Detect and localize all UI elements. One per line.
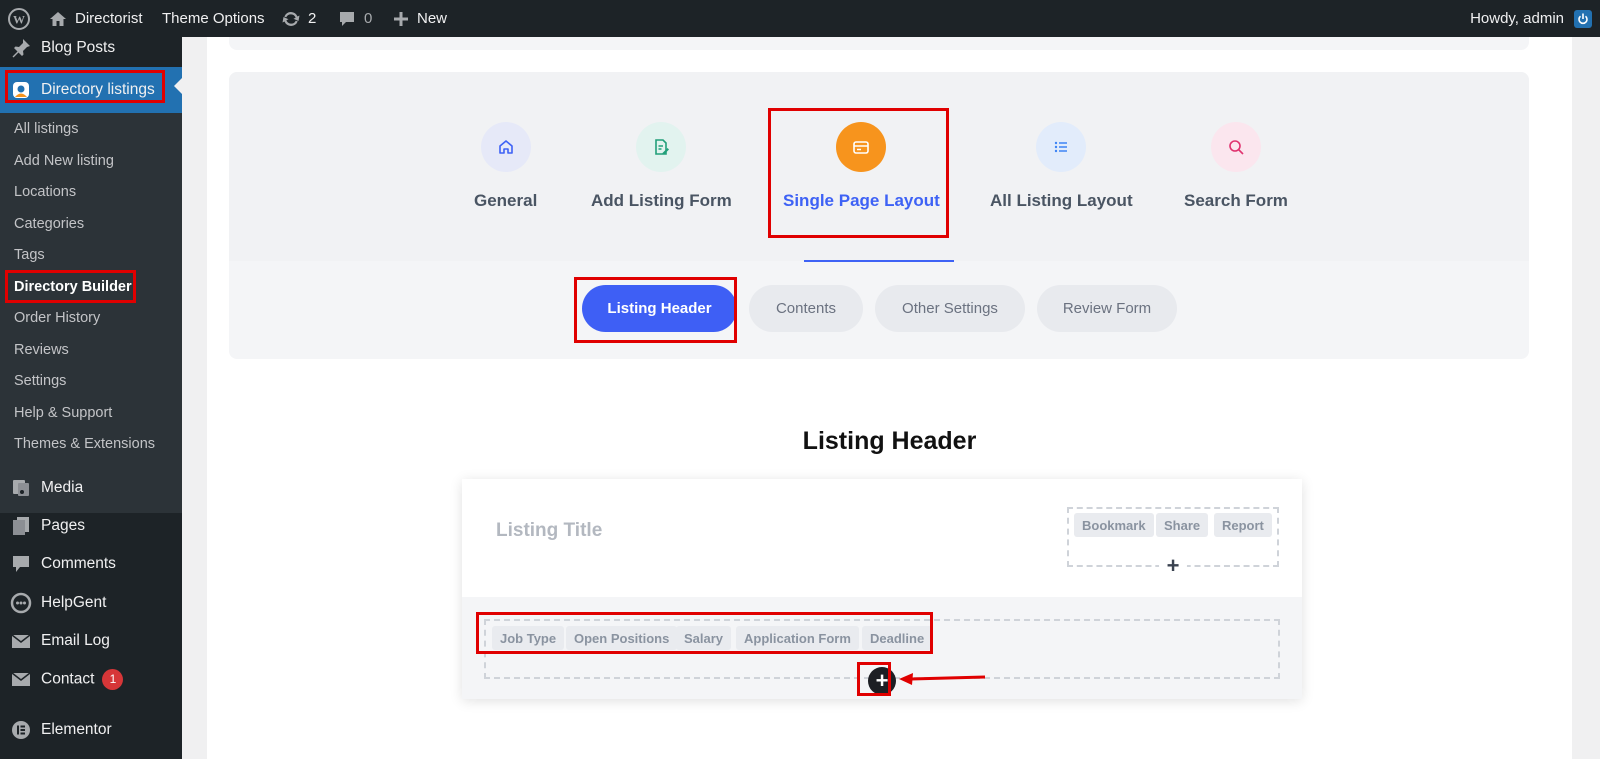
chip-report[interactable]: Report bbox=[1214, 513, 1272, 537]
menu-blog-posts-label: Blog Posts bbox=[41, 39, 116, 56]
form-edit-icon bbox=[636, 122, 687, 172]
search-icon bbox=[1210, 122, 1261, 172]
theme-options-label: Theme Options bbox=[162, 10, 265, 27]
svg-text:W: W bbox=[13, 12, 25, 26]
submenu-categories[interactable]: Categories bbox=[14, 216, 84, 232]
submenu-settings[interactable]: Settings bbox=[14, 373, 66, 389]
highlight-single-page-layout bbox=[768, 108, 949, 238]
menu-blog-posts[interactable]: Blog Posts bbox=[0, 29, 182, 67]
submenu-all-listings[interactable]: All listings bbox=[14, 121, 78, 137]
updates-icon bbox=[282, 11, 300, 26]
menu-media[interactable]: Media bbox=[0, 469, 182, 507]
menu-helpgent-label: HelpGent bbox=[41, 594, 107, 611]
comment-icon bbox=[340, 11, 354, 26]
submenu-order-history[interactable]: Order History bbox=[14, 310, 100, 326]
chip-share[interactable]: Share bbox=[1156, 513, 1209, 537]
menu-pages[interactable]: Pages bbox=[0, 507, 182, 545]
menu-pages-label: Pages bbox=[41, 517, 85, 534]
home-icon bbox=[480, 122, 531, 172]
menu-contact[interactable]: Contact 1 bbox=[0, 660, 182, 698]
subtab-contents[interactable]: Contents bbox=[749, 285, 863, 332]
highlight-directory-builder bbox=[5, 270, 136, 303]
highlight-listing-header bbox=[574, 277, 737, 343]
mail-icon bbox=[10, 668, 32, 690]
admin-bar: W Directorist Theme Options 2 0 New Howd… bbox=[0, 0, 1600, 37]
plus-icon bbox=[394, 11, 408, 26]
tab-general-label: General bbox=[474, 191, 538, 210]
elementor-icon bbox=[10, 719, 32, 741]
menu-elementor[interactable]: Elementor bbox=[0, 711, 182, 749]
arrow-pointer-icon bbox=[899, 673, 986, 685]
new-content-link[interactable]: New bbox=[393, 0, 447, 37]
menu-email-log[interactable]: Email Log bbox=[0, 622, 182, 660]
active-tab-underline bbox=[804, 260, 954, 262]
comments-link[interactable]: 0 bbox=[338, 0, 372, 37]
pages-icon bbox=[10, 515, 32, 537]
tab-search-form[interactable]: Search Form bbox=[1184, 122, 1288, 211]
menu-media-label: Media bbox=[41, 479, 84, 496]
highlight-fields bbox=[476, 612, 933, 654]
card-top-section: Listing Title Bookmark Share Report + bbox=[462, 479, 1302, 597]
wordpress-icon: W bbox=[8, 7, 30, 30]
top-strip bbox=[229, 37, 1529, 50]
tab-add-listing-form[interactable]: Add Listing Form bbox=[591, 122, 732, 211]
account-menu[interactable]: Howdy, admin bbox=[1470, 0, 1564, 37]
highlight-directory-listings bbox=[5, 70, 165, 103]
subtab-review-form[interactable]: Review Form bbox=[1037, 285, 1177, 332]
home-icon bbox=[50, 11, 66, 26]
media-icon bbox=[10, 477, 32, 499]
subtab-other-settings[interactable]: Other Settings bbox=[875, 285, 1025, 332]
tab-search-form-label: Search Form bbox=[1184, 191, 1288, 210]
menu-helpgent[interactable]: HelpGent bbox=[0, 584, 182, 622]
contact-text: Contact bbox=[41, 670, 95, 687]
menu-contact-label: Contact 1 bbox=[41, 668, 124, 690]
tab-add-listing-form-label: Add Listing Form bbox=[591, 191, 732, 210]
chip-bookmark[interactable]: Bookmark bbox=[1074, 513, 1154, 537]
site-name: Directorist bbox=[75, 10, 143, 27]
howdy-label: Howdy, admin bbox=[1470, 10, 1564, 27]
menu-email-log-label: Email Log bbox=[41, 632, 110, 649]
submenu-tags[interactable]: Tags bbox=[14, 247, 45, 263]
tab-all-listing-layout-label: All Listing Layout bbox=[990, 191, 1133, 210]
comments-icon bbox=[10, 553, 32, 575]
add-action-button[interactable]: + bbox=[1159, 552, 1187, 580]
highlight-add-field bbox=[857, 662, 891, 696]
list-icon bbox=[1036, 122, 1087, 172]
submenu-add-new-listing[interactable]: Add New listing bbox=[14, 153, 114, 169]
submenu-themes-extensions[interactable]: Themes & Extensions bbox=[14, 436, 155, 452]
main-content: General Add Listing Form Single Page Lay… bbox=[182, 37, 1600, 759]
new-label: New bbox=[417, 10, 448, 27]
tab-general[interactable]: General bbox=[474, 122, 537, 211]
updates-count: 2 bbox=[308, 10, 317, 27]
power-icon[interactable] bbox=[1574, 10, 1592, 28]
directory-submenu: All listings Add New listing Locations C… bbox=[0, 113, 182, 513]
email-icon bbox=[10, 630, 32, 652]
updates-link[interactable]: 2 bbox=[281, 0, 316, 37]
pin-icon bbox=[10, 37, 32, 59]
builder-panel: General Add Listing Form Single Page Lay… bbox=[207, 37, 1572, 759]
section-title: Listing Header bbox=[802, 427, 977, 455]
menu-comments[interactable]: Comments bbox=[0, 545, 182, 583]
listing-title-placeholder: Listing Title bbox=[496, 520, 603, 541]
tab-all-listing-layout[interactable]: All Listing Layout bbox=[990, 122, 1133, 211]
menu-elementor-label: Elementor bbox=[41, 721, 112, 738]
admin-sidebar: Blog Posts Directory listings All listin… bbox=[0, 37, 182, 759]
submenu-locations[interactable]: Locations bbox=[14, 184, 76, 200]
submenu-reviews[interactable]: Reviews bbox=[14, 342, 69, 358]
helpgent-icon bbox=[10, 592, 32, 614]
submenu-help-support[interactable]: Help & Support bbox=[14, 405, 112, 421]
menu-comments-label: Comments bbox=[41, 555, 116, 572]
comments-count: 0 bbox=[364, 10, 373, 27]
contact-count-badge: 1 bbox=[102, 668, 124, 690]
